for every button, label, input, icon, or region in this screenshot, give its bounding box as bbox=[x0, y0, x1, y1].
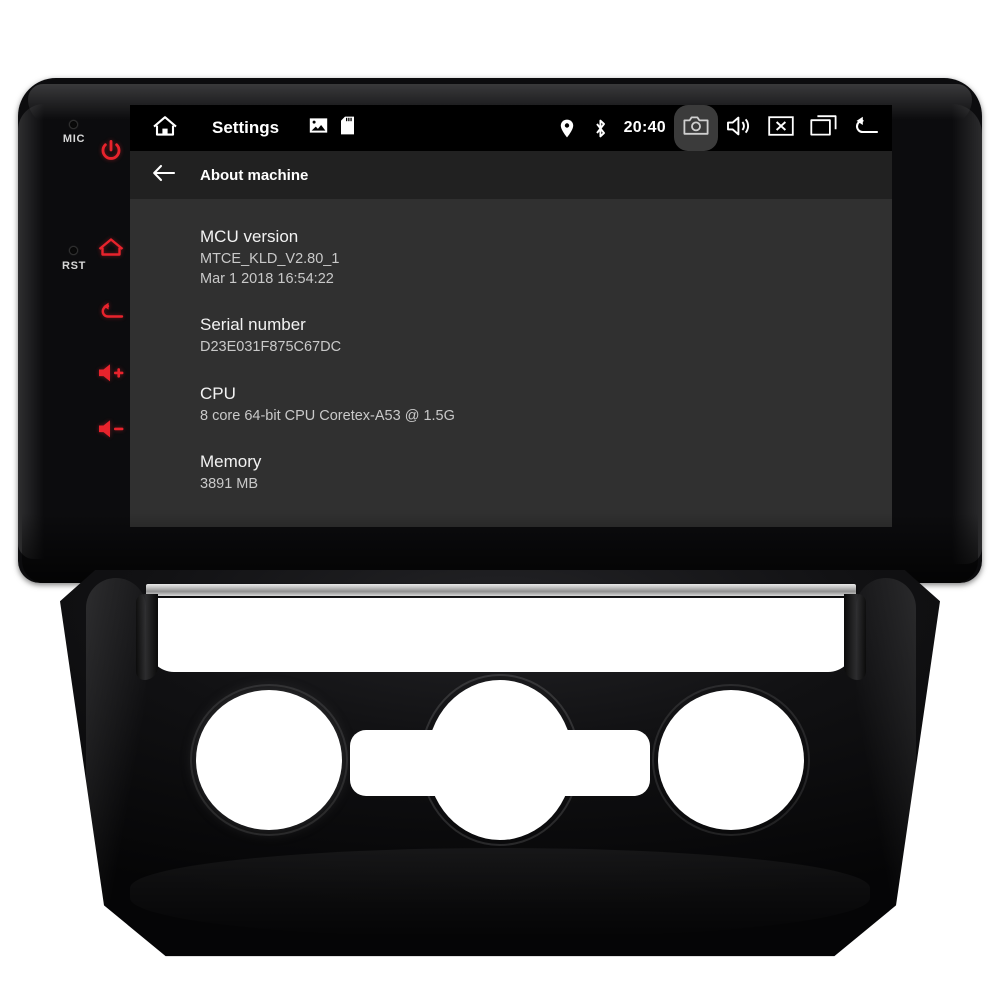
page-title: About machine bbox=[200, 166, 309, 184]
back-arrow-icon bbox=[850, 115, 880, 142]
recents-icon bbox=[809, 115, 837, 141]
list-item[interactable]: MCU version MTCE_KLD_V2.80_1 Mar 1 2018 … bbox=[200, 227, 892, 289]
close-button[interactable] bbox=[760, 105, 802, 151]
home-hardware-button[interactable] bbox=[94, 230, 128, 264]
item-value: 8 core 64-bit CPU Coretex-A53 @ 1.5G bbox=[200, 407, 455, 424]
item-title: CPU bbox=[200, 383, 236, 403]
statusbar-right-cluster: 20:40 bbox=[550, 105, 892, 151]
power-icon bbox=[98, 138, 124, 164]
left-vent-cutout bbox=[196, 690, 342, 830]
bluetooth-icon bbox=[584, 105, 618, 151]
item-value: Mar 1 2018 16:54:22 bbox=[200, 270, 334, 287]
item-title: Serial number bbox=[200, 315, 306, 335]
actionbar-back-button[interactable] bbox=[144, 164, 184, 187]
statusbar-clock: 20:40 bbox=[623, 119, 666, 136]
list-item[interactable]: Memory 3891 MB bbox=[200, 452, 892, 495]
back-button[interactable] bbox=[844, 105, 886, 151]
statusbar-title: Settings bbox=[212, 118, 280, 137]
recents-button[interactable] bbox=[802, 105, 844, 151]
chrome-trim-strip bbox=[146, 584, 856, 596]
item-title: Memory bbox=[200, 452, 262, 472]
list-item[interactable]: CPU 8 core 64-bit CPU Coretex-A53 @ 1.5G bbox=[200, 384, 892, 427]
volume-up-icon bbox=[96, 362, 126, 384]
power-button[interactable] bbox=[94, 134, 128, 168]
speaker-icon bbox=[726, 115, 752, 142]
unit-right-edge-highlight bbox=[952, 104, 982, 564]
screenshot-root: MIC RST Settings 20:40 About machine MCU… bbox=[0, 0, 1000, 1000]
head-unit-body: MIC RST Settings 20:40 About machine MCU… bbox=[18, 78, 982, 583]
hardware-button-strip: MIC RST bbox=[32, 118, 134, 538]
volume-up-hardware-button[interactable] bbox=[94, 356, 128, 390]
action-bar: About machine bbox=[130, 151, 892, 199]
location-icon bbox=[550, 105, 584, 151]
radio-cutout-opening bbox=[136, 594, 866, 680]
item-value: D23E031F875C67DC bbox=[200, 339, 342, 356]
sd-card-icon[interactable] bbox=[340, 116, 355, 140]
reset-pinhole[interactable] bbox=[69, 246, 78, 255]
gallery-icon[interactable] bbox=[309, 117, 328, 139]
close-box-icon bbox=[768, 115, 794, 141]
item-value: MTCE_KLD_V2.80_1 bbox=[200, 251, 340, 267]
about-machine-list: MCU version MTCE_KLD_V2.80_1 Mar 1 2018 … bbox=[130, 199, 892, 495]
home-icon bbox=[97, 235, 125, 259]
dashboard-fascia-panel bbox=[60, 570, 940, 960]
item-value: 3891 MB bbox=[200, 476, 259, 493]
screenshot-button[interactable] bbox=[674, 105, 718, 151]
microphone-hole bbox=[69, 120, 78, 129]
back-hardware-button[interactable] bbox=[94, 294, 128, 328]
status-bar: Settings 20:40 bbox=[130, 105, 892, 151]
statusbar-home-button[interactable] bbox=[144, 114, 186, 143]
back-icon bbox=[97, 301, 125, 321]
right-vent-cutout bbox=[658, 690, 804, 830]
touchscreen-display[interactable]: Settings 20:40 About machine MCU version… bbox=[130, 105, 892, 527]
home-icon bbox=[152, 114, 178, 143]
list-item[interactable]: Serial number D23E031F875C67DC bbox=[200, 315, 892, 358]
arrow-left-icon bbox=[152, 164, 176, 187]
camera-icon bbox=[683, 115, 709, 141]
volume-button[interactable] bbox=[718, 105, 760, 151]
volume-down-hardware-button[interactable] bbox=[94, 412, 128, 446]
volume-down-icon bbox=[96, 418, 126, 440]
item-title: MCU version bbox=[200, 227, 299, 246]
center-control-cutout bbox=[350, 730, 650, 796]
statusbar-mini-icons bbox=[309, 116, 355, 140]
